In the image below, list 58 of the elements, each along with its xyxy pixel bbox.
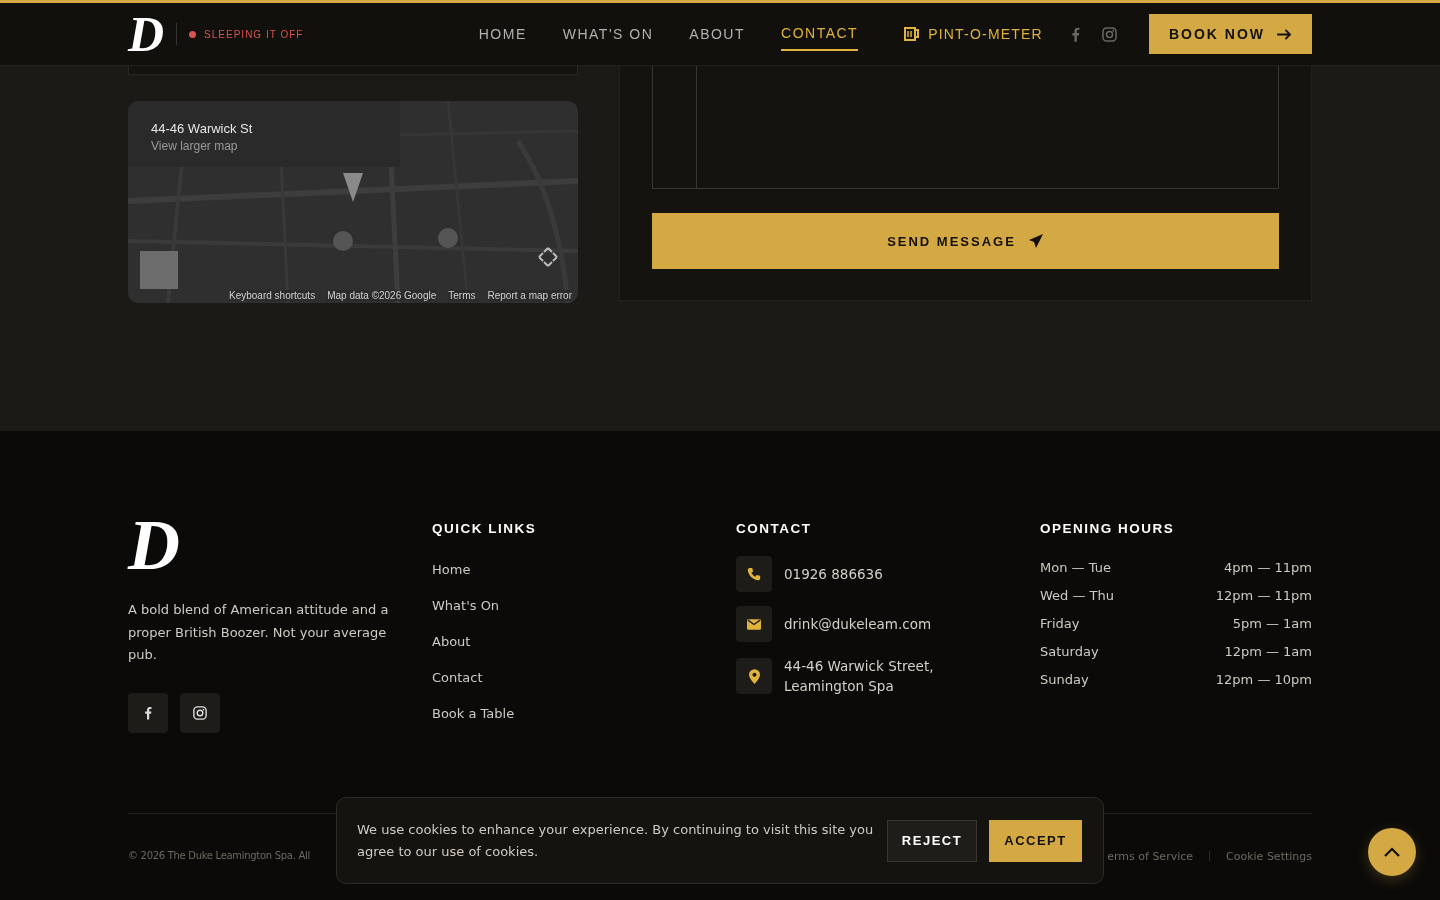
view-larger-map-link[interactable]: View larger map xyxy=(151,139,400,153)
map-attribution-link[interactable]: Map data ©2026 Google xyxy=(327,290,437,301)
nav-link[interactable]: CONTACT xyxy=(781,17,859,51)
legal-link[interactable]: erms of Service xyxy=(1107,849,1194,863)
column-heading: CONTACT xyxy=(736,521,812,536)
envelope-icon xyxy=(736,606,772,642)
send-message-button[interactable]: SEND MESSAGE xyxy=(652,213,1279,269)
column-heading: QUICK LINKS xyxy=(432,521,537,536)
facebook-icon[interactable] xyxy=(1070,26,1080,42)
legal-link[interactable]: Cookie Settings xyxy=(1226,849,1312,863)
chevron-up-icon xyxy=(1384,847,1400,857)
facebook-button[interactable] xyxy=(128,692,168,733)
book-now-button[interactable]: BOOK NOW xyxy=(1148,14,1312,54)
footer-link[interactable]: About xyxy=(432,632,515,651)
pint-o-meter-link[interactable]: PINT-O-METER xyxy=(904,26,1043,42)
opening-time: 12pm — 11pm xyxy=(1215,587,1312,605)
day-range: Wed — Thu xyxy=(1040,587,1115,605)
opening-time: 12pm — 1am xyxy=(1224,643,1312,661)
address-text: 44-46 Warwick Street, Leamington Spa xyxy=(784,657,935,696)
message-field[interactable] xyxy=(652,66,1279,189)
reject-button[interactable]: REJECT xyxy=(887,819,977,862)
nav-link[interactable]: ABOUT xyxy=(689,18,746,50)
nav-link[interactable]: WHAT'S ON xyxy=(562,18,654,50)
instagram-icon xyxy=(193,705,207,720)
beer-mug-icon xyxy=(904,27,921,41)
map-attribution-link[interactable]: Report a map error xyxy=(487,290,572,301)
instagram-icon[interactable] xyxy=(1101,26,1117,42)
nav-link[interactable]: HOME xyxy=(478,18,527,50)
map-attribution-link[interactable]: Terms xyxy=(448,290,476,301)
day-range: Friday xyxy=(1040,615,1080,633)
day-range: Mon — Tue xyxy=(1040,559,1111,577)
map-pin-icon xyxy=(736,658,772,694)
phone-icon xyxy=(736,556,772,592)
accept-button[interactable]: ACCEPT xyxy=(989,819,1082,862)
opening-time: 4pm — 11pm xyxy=(1224,559,1312,577)
map-attribution-link[interactable]: Keyboard shortcuts xyxy=(229,290,316,301)
opening-time: 12pm — 10pm xyxy=(1215,671,1312,689)
cookie-message: We use cookies to enhance your experience. By continuing to visit this site you agree to our use of cookies. xyxy=(357,820,875,861)
copyright-text: © 2026 The Duke Leamington Spa. All xyxy=(128,849,310,863)
status-label: SLEEPING IT OFF xyxy=(204,28,304,40)
logo: D xyxy=(128,509,180,581)
facebook-icon xyxy=(144,705,152,720)
paper-plane-icon xyxy=(1027,233,1044,249)
footer-link[interactable]: What's On xyxy=(432,596,515,615)
day-range: Sunday xyxy=(1040,671,1089,689)
place-title: 44-46 Warwick St xyxy=(151,121,254,136)
opening-time: 5pm — 1am xyxy=(1232,615,1312,633)
footer-link[interactable]: Contact xyxy=(432,668,515,687)
arrow-right-icon xyxy=(1277,28,1292,40)
pub-description: A bold blend of American attitude and a proper British Boozer. Not your average pub. xyxy=(128,601,390,664)
email-link[interactable]: drink@dukeleam.com xyxy=(784,614,954,634)
column-heading: OPENING HOURS xyxy=(1040,521,1175,536)
footer-link[interactable]: Home xyxy=(432,560,515,579)
logo[interactable]: D xyxy=(128,9,165,59)
instagram-button[interactable] xyxy=(180,692,220,733)
footer-link[interactable]: Book a Table xyxy=(432,704,515,723)
phone-link[interactable]: 01926 886636 xyxy=(784,564,954,584)
day-range: Saturday xyxy=(1040,643,1099,661)
